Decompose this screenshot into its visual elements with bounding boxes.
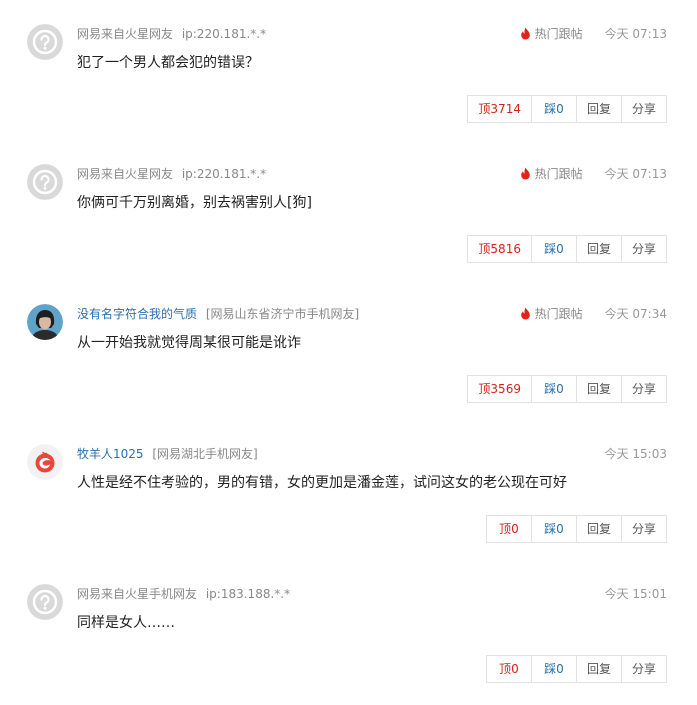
- comment-right-meta: 今天 15:01: [605, 585, 667, 602]
- comment-time: 今天 07:34: [604, 307, 667, 321]
- user-location: [网易湖北手机网友]: [152, 447, 258, 461]
- hot-label: 热门跟帖: [534, 27, 583, 41]
- comment-actions: 顶5816 踩0 回复 分享: [467, 235, 667, 263]
- hot-label: 热门跟帖: [534, 167, 583, 181]
- comment-text: 从一开始我就觉得周某很可能是讹诈: [77, 335, 301, 351]
- user-location: ip:220.181.*.*: [181, 167, 267, 181]
- flame-icon: [520, 307, 530, 320]
- user-location: [网易山东省济宁市手机网友]: [205, 307, 360, 321]
- comment-item: 网易来自火星网友 ip:220.181.*.* 热门跟帖 今天 07:13 你俩…: [0, 140, 697, 280]
- downvote-button[interactable]: 踩0: [530, 96, 576, 122]
- hot-badge: 热门跟帖: [520, 25, 583, 42]
- share-button[interactable]: 分享: [620, 516, 666, 542]
- default-avatar-icon[interactable]: [27, 24, 63, 60]
- comment-time: 今天 15:01: [604, 587, 667, 601]
- hot-badge: 热门跟帖: [520, 165, 583, 182]
- comment-text: 人性是经不住考验的，男的有错，女的更加是潘金莲，试问这女的老公现在可好: [77, 475, 567, 491]
- comment-text: 犯了一个男人都会犯的错误？: [77, 55, 259, 71]
- comment-text: 你俩可千万别离婚，别去祸害别人[狗]: [77, 195, 312, 211]
- upvote-button[interactable]: 顶3569: [468, 376, 531, 402]
- flame-icon: [520, 27, 530, 40]
- share-button[interactable]: 分享: [620, 236, 666, 262]
- reply-button[interactable]: 回复: [575, 516, 621, 542]
- upvote-button[interactable]: 顶0: [487, 516, 531, 542]
- reply-button[interactable]: 回复: [575, 656, 621, 682]
- hot-badge: 热门跟帖: [520, 305, 583, 322]
- comment-actions: 顶3569 踩0 回复 分享: [467, 375, 667, 403]
- downvote-button[interactable]: 踩0: [530, 516, 576, 542]
- comment-item: 没有名字符合我的气质 [网易山东省济宁市手机网友] 热门跟帖 今天 07:34 …: [0, 280, 697, 420]
- username[interactable]: 网易来自火星网友: [77, 167, 173, 181]
- comment-time: 今天 15:03: [604, 447, 667, 461]
- comment-actions: 顶0 踩0 回复 分享: [485, 515, 667, 543]
- comment-item: 牧羊人1025 [网易湖北手机网友] 今天 15:03 人性是经不住考验的，男的…: [0, 420, 697, 560]
- comment-time: 今天 07:13: [604, 27, 667, 41]
- comment-meta: 网易来自火星网友 ip:220.181.*.*: [77, 25, 266, 42]
- comment-meta: 网易来自火星网友 ip:220.181.*.*: [77, 165, 266, 182]
- comment-meta: 网易来自火星手机网友 ip:183.188.*.*: [77, 585, 290, 602]
- comment-text: 同样是女人……: [77, 615, 175, 631]
- upvote-button[interactable]: 顶0: [487, 656, 531, 682]
- comment-right-meta: 热门跟帖 今天 07:34: [520, 305, 667, 322]
- upvote-button[interactable]: 顶5816: [468, 236, 531, 262]
- comment-item: 网易来自火星网友 ip:220.181.*.* 热门跟帖 今天 07:13 犯了…: [0, 0, 697, 140]
- comment-actions: 顶3714 踩0 回复 分享: [467, 95, 667, 123]
- upvote-button[interactable]: 顶3714: [468, 96, 531, 122]
- username[interactable]: 没有名字符合我的气质: [77, 307, 197, 321]
- comment-right-meta: 今天 15:03: [605, 445, 667, 462]
- comment-meta: 没有名字符合我的气质 [网易山东省济宁市手机网友]: [77, 305, 359, 322]
- share-button[interactable]: 分享: [620, 656, 666, 682]
- comment-right-meta: 热门跟帖 今天 07:13: [520, 165, 667, 182]
- username[interactable]: 网易来自火星手机网友: [77, 587, 197, 601]
- downvote-button[interactable]: 踩0: [530, 376, 576, 402]
- flame-icon: [520, 167, 530, 180]
- comment-actions: 顶0 踩0 回复 分享: [485, 655, 667, 683]
- user-location: ip:220.181.*.*: [181, 27, 267, 41]
- default-avatar-icon[interactable]: [27, 164, 63, 200]
- share-button[interactable]: 分享: [620, 376, 666, 402]
- share-button[interactable]: 分享: [620, 96, 666, 122]
- reply-button[interactable]: 回复: [575, 376, 621, 402]
- user-location: ip:183.188.*.*: [205, 587, 291, 601]
- reply-button[interactable]: 回复: [575, 236, 621, 262]
- hot-label: 热门跟帖: [534, 307, 583, 321]
- app-avatar[interactable]: [27, 444, 63, 480]
- comment-time: 今天 07:13: [604, 167, 667, 181]
- username[interactable]: 牧羊人1025: [77, 447, 144, 461]
- default-avatar-icon[interactable]: [27, 584, 63, 620]
- downvote-button[interactable]: 踩0: [530, 236, 576, 262]
- username[interactable]: 网易来自火星网友: [77, 27, 173, 41]
- downvote-button[interactable]: 踩0: [530, 656, 576, 682]
- photo-avatar[interactable]: [27, 304, 63, 340]
- reply-button[interactable]: 回复: [575, 96, 621, 122]
- comment-item: 网易来自火星手机网友 ip:183.188.*.* 今天 15:01 同样是女人…: [0, 560, 697, 700]
- comment-meta: 牧羊人1025 [网易湖北手机网友]: [77, 445, 258, 462]
- comment-right-meta: 热门跟帖 今天 07:13: [520, 25, 667, 42]
